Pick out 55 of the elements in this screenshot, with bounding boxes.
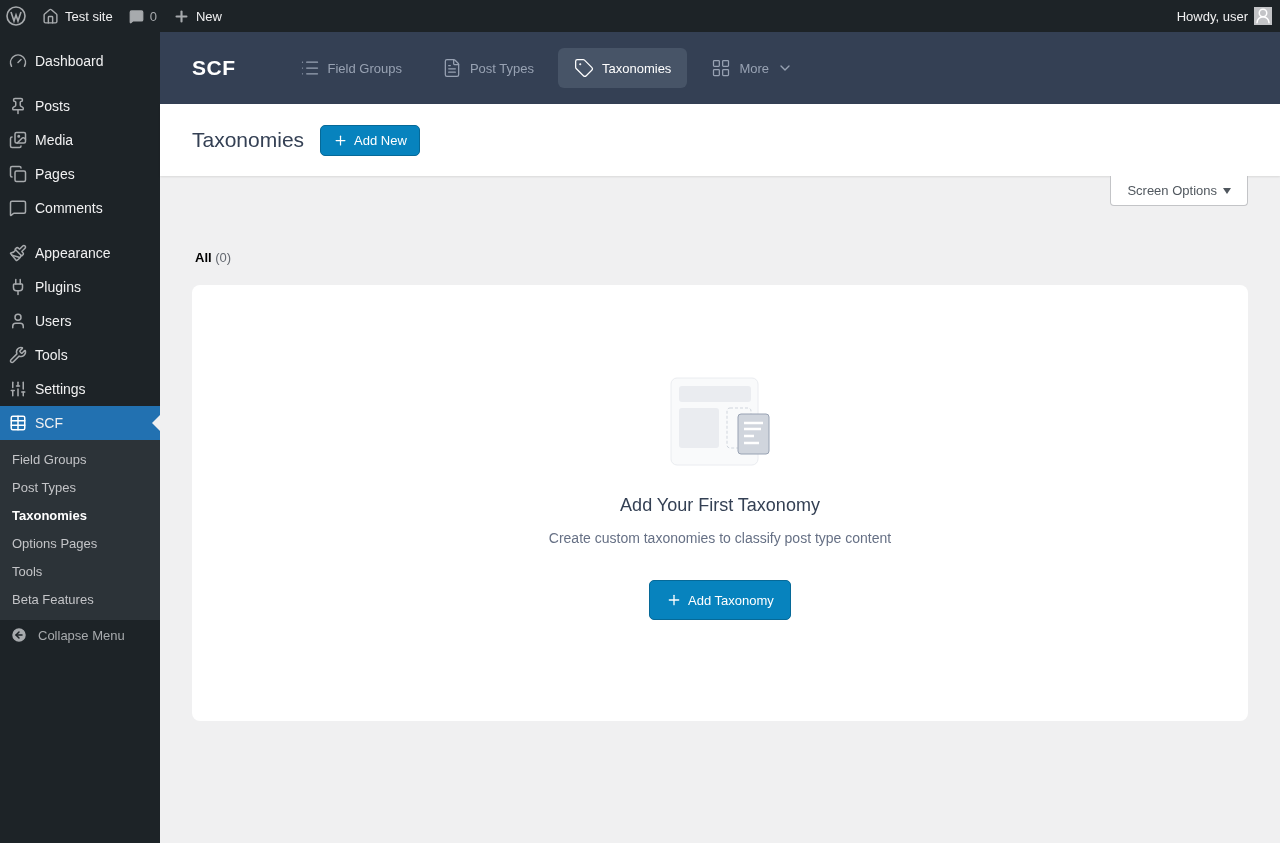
empty-heading: Add Your First Taxonomy <box>620 495 820 516</box>
tag-icon <box>574 58 594 78</box>
menu-item[interactable]: Users <box>0 304 160 338</box>
table-icon <box>9 414 27 432</box>
menu-item[interactable]: Plugins <box>0 270 160 304</box>
collapse-menu[interactable]: Collapse Menu <box>0 620 160 650</box>
plus-icon <box>172 7 190 25</box>
pages-icon <box>9 165 27 183</box>
submenu-item[interactable]: Taxonomies <box>0 501 160 529</box>
home-icon <box>42 7 59 25</box>
nav-tab[interactable]: Post Types <box>425 48 550 88</box>
submenu-item[interactable]: Field Groups <box>0 445 160 473</box>
submenu-item[interactable]: Tools <box>0 557 160 585</box>
menu-item[interactable]: Comments <box>0 191 160 225</box>
menu-item[interactable]: SCF <box>0 406 160 440</box>
menu-item[interactable]: Appearance <box>0 236 160 270</box>
menu-item[interactable]: Settings <box>0 372 160 406</box>
logo: SCF <box>192 56 236 80</box>
pin-icon <box>9 97 27 115</box>
sliders-icon <box>9 380 27 398</box>
submenu-item[interactable]: Post Types <box>0 473 160 501</box>
dashboard-icon <box>9 52 27 70</box>
account-link[interactable]: Howdy, user <box>1176 7 1272 25</box>
comments-link[interactable]: 0 <box>128 8 157 24</box>
wordpress-logo-icon[interactable] <box>6 6 26 26</box>
empty-description: Create custom taxonomies to classify post type content <box>548 530 892 546</box>
wrench-icon <box>9 346 27 364</box>
menu-item[interactable]: Pages <box>0 157 160 191</box>
grid-icon <box>711 58 732 78</box>
menu-item[interactable]: Media <box>0 123 160 157</box>
brush-icon <box>9 244 27 262</box>
filter-link[interactable]: All (0) <box>160 206 1280 285</box>
plus-icon <box>333 132 349 148</box>
site-link[interactable]: Test site <box>42 7 113 25</box>
menu-item[interactable]: Dashboard <box>0 44 160 78</box>
nav-tab[interactable]: Field Groups <box>283 48 418 88</box>
screen-options-button[interactable]: Screen Options <box>1110 176 1248 206</box>
submenu-item[interactable]: Beta Features <box>0 585 160 613</box>
menu-item[interactable]: Tools <box>0 338 160 372</box>
collapse-icon <box>10 626 28 644</box>
new-link[interactable]: New <box>172 7 222 25</box>
caret-icon <box>1223 187 1231 194</box>
add-taxonomy-button[interactable]: Add Taxonomy <box>649 580 791 620</box>
user-icon <box>9 312 27 330</box>
menu-item[interactable]: Posts <box>0 89 160 123</box>
add-new-button[interactable]: Add New <box>320 124 420 156</box>
submenu-item[interactable]: Options Pages <box>0 529 160 557</box>
comment-icon <box>9 199 27 217</box>
nav-tab[interactable]: Taxonomies <box>558 48 688 88</box>
current-arrow <box>152 415 160 431</box>
comment-icon <box>128 8 144 24</box>
avatar-icon <box>1254 7 1272 25</box>
media-icon <box>9 131 27 149</box>
page-title: Taxonomies <box>192 128 305 152</box>
nav-tab[interactable]: More <box>695 48 809 88</box>
